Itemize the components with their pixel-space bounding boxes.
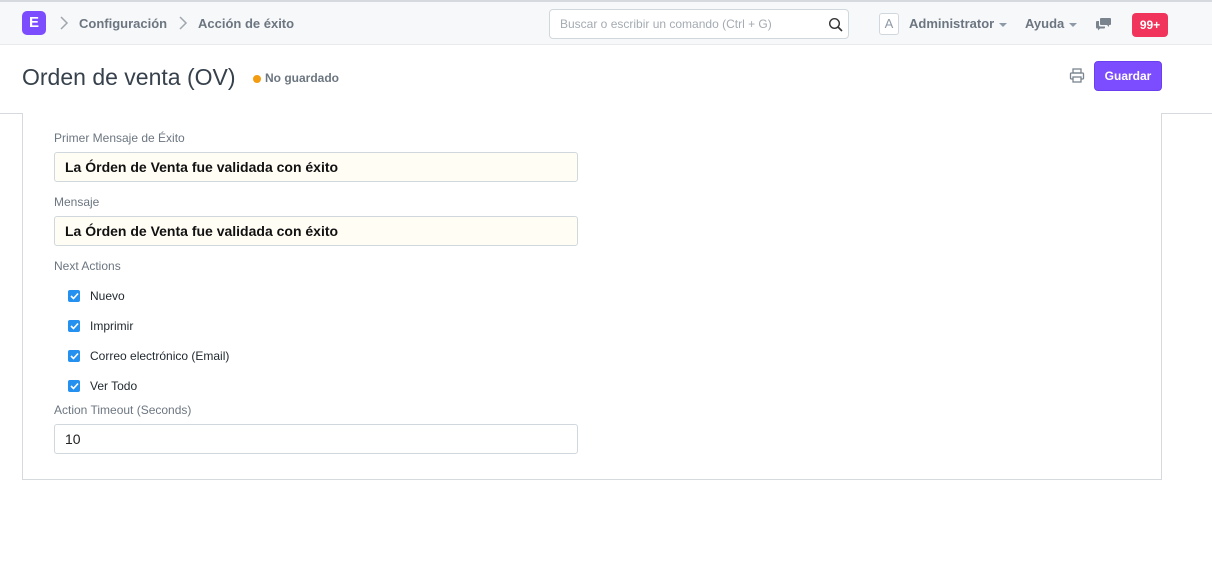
check-icon[interactable] — [68, 380, 80, 392]
breadcrumb-configuracion[interactable]: Configuración — [79, 16, 167, 31]
app-logo[interactable]: E — [22, 11, 46, 35]
check-icon[interactable] — [68, 290, 80, 302]
checkbox-nuevo[interactable]: Nuevo — [68, 288, 125, 304]
checkbox-label: Correo electrónico (Email) — [90, 349, 230, 363]
status-indicator-dot — [253, 75, 261, 83]
status-badge: No guardado — [265, 71, 339, 85]
check-icon[interactable] — [68, 350, 80, 362]
chat-icon[interactable] — [1095, 17, 1112, 36]
chevron-down-icon — [999, 22, 1008, 27]
chevron-down-icon — [1069, 22, 1078, 27]
navbar: E Configuración Acción de éxito A Admini… — [0, 0, 1212, 45]
help-dropdown[interactable]: Ayuda — [1025, 16, 1078, 31]
avatar[interactable]: A — [879, 13, 899, 35]
action-timeout-label: Action Timeout (Seconds) — [54, 403, 192, 417]
chevron-right-icon — [177, 14, 189, 32]
check-icon[interactable] — [68, 320, 80, 332]
breadcrumb-accion-de-exito[interactable]: Acción de éxito — [198, 16, 294, 31]
first-success-message-field[interactable] — [54, 152, 578, 182]
user-dropdown[interactable]: Administrator — [909, 16, 1008, 31]
printer-icon[interactable] — [1069, 68, 1085, 88]
checkbox-ver-todo[interactable]: Ver Todo — [68, 378, 137, 394]
chevron-right-icon — [58, 14, 70, 32]
checkbox-label: Ver Todo — [90, 379, 138, 393]
checkbox-label: Nuevo — [90, 289, 125, 303]
first-success-message-label: Primer Mensaje de Éxito — [54, 131, 185, 145]
page-title: Orden de venta (OV) — [22, 64, 236, 90]
action-timeout-field[interactable] — [54, 424, 578, 454]
user-dropdown-label: Administrator — [909, 16, 995, 31]
search-input[interactable] — [550, 10, 810, 38]
message-field[interactable] — [54, 216, 578, 246]
checkbox-imprimir[interactable]: Imprimir — [68, 318, 133, 334]
save-button[interactable]: Guardar — [1094, 61, 1162, 91]
checkbox-label: Imprimir — [90, 319, 134, 333]
message-label: Mensaje — [54, 195, 100, 209]
search-icon[interactable] — [828, 17, 844, 38]
notifications-badge[interactable]: 99+ — [1132, 13, 1168, 37]
search-bar — [549, 9, 849, 39]
checkbox-email[interactable]: Correo electrónico (Email) — [68, 348, 229, 364]
help-dropdown-label: Ayuda — [1025, 16, 1065, 31]
form-section: Primer Mensaje de Éxito Mensaje Next Act… — [22, 113, 1162, 480]
next-actions-label: Next Actions — [54, 259, 121, 273]
